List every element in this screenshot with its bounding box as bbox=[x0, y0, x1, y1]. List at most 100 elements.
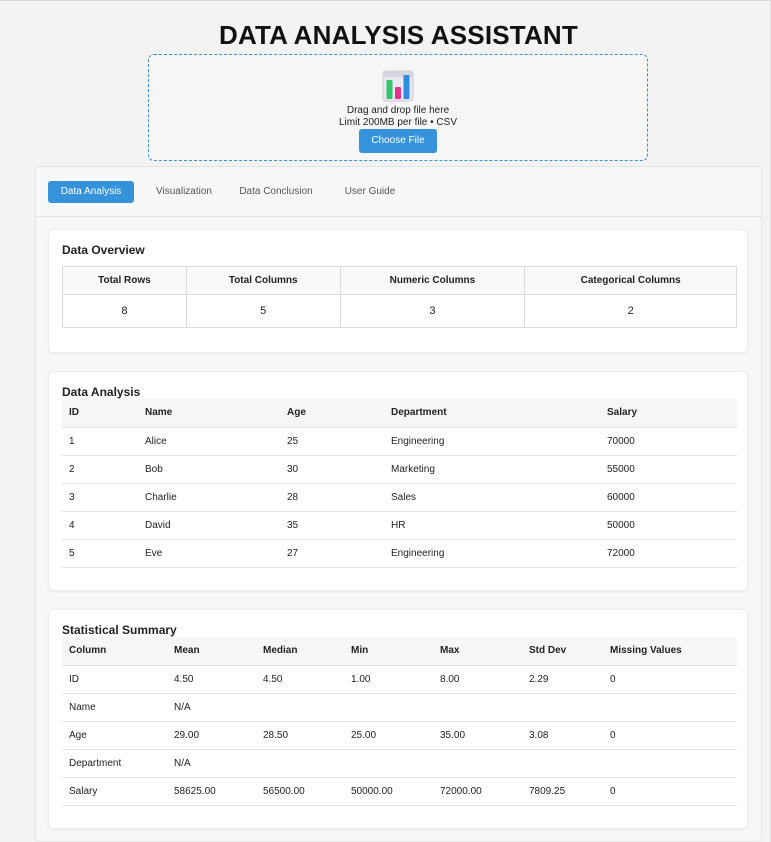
table-cell: 4 bbox=[62, 511, 138, 540]
table-cell: 0 bbox=[603, 665, 737, 694]
table-cell: 55000 bbox=[600, 455, 737, 484]
table-row: 2 Bob 30 Marketing 55000 bbox=[62, 455, 737, 484]
table-cell: 50000.00 bbox=[344, 777, 433, 806]
table-cell: Eve bbox=[138, 539, 280, 568]
numeric-columns-value: 3 bbox=[339, 294, 526, 328]
table-cell: 70000 bbox=[600, 427, 737, 456]
statistical-summary-card: Statistical Summary Column Mean Median M… bbox=[48, 609, 748, 829]
analysis-header-row: ID Name Age Department Salary bbox=[62, 399, 737, 428]
window-top-edge bbox=[0, 0, 771, 1]
table-cell: 4.50 bbox=[167, 665, 256, 694]
table-cell bbox=[433, 693, 522, 722]
total-columns-value: 5 bbox=[185, 294, 341, 328]
table-cell: Bob bbox=[138, 455, 280, 484]
table-cell: 1 bbox=[62, 427, 138, 456]
table-cell bbox=[522, 693, 603, 722]
table-cell: 56500.00 bbox=[256, 777, 344, 806]
table-cell bbox=[522, 749, 603, 778]
table-row: 1 Alice 25 Engineering 70000 bbox=[62, 427, 737, 456]
table-cell bbox=[433, 749, 522, 778]
total-rows-value: 8 bbox=[62, 294, 187, 328]
table-cell: 28 bbox=[280, 483, 384, 512]
overview-header: Categorical Columns bbox=[524, 266, 737, 295]
table-cell: 50000 bbox=[600, 511, 737, 540]
column-header: Median bbox=[256, 637, 344, 666]
overview-value-row: 8 5 3 2 bbox=[62, 294, 737, 328]
table-row: Department N/A bbox=[62, 749, 737, 778]
table-row: Age 29.00 28.50 25.00 35.00 3.08 0 bbox=[62, 721, 737, 750]
tab-data-analysis[interactable]: Data Analysis bbox=[48, 181, 134, 203]
tab-visualization[interactable]: Visualization bbox=[144, 181, 224, 203]
table-row: 3 Charlie 28 Sales 60000 bbox=[62, 483, 737, 512]
table-cell: Engineering bbox=[384, 539, 600, 568]
table-cell: ID bbox=[62, 665, 167, 694]
table-cell: 4.50 bbox=[256, 665, 344, 694]
table-cell: Department bbox=[62, 749, 167, 778]
column-header: Min bbox=[344, 637, 433, 666]
choose-file-button[interactable]: Choose File bbox=[359, 129, 437, 153]
table-cell: 25.00 bbox=[344, 721, 433, 750]
table-cell: 72000.00 bbox=[433, 777, 522, 806]
file-upload-dropzone[interactable]: Drag and drop file here Limit 200MB per … bbox=[148, 54, 648, 161]
table-cell: 2 bbox=[62, 455, 138, 484]
statistical-summary-table: Column Mean Median Min Max Std Dev Missi… bbox=[62, 637, 737, 806]
table-row: 5 Eve 27 Engineering 72000 bbox=[62, 539, 737, 568]
column-header: Missing Values bbox=[603, 637, 737, 666]
data-analysis-table: ID Name Age Department Salary 1 Alice 25… bbox=[62, 399, 737, 568]
table-cell: Engineering bbox=[384, 427, 600, 456]
table-cell: 72000 bbox=[600, 539, 737, 568]
table-cell: 1.00 bbox=[344, 665, 433, 694]
table-cell: 30 bbox=[280, 455, 384, 484]
data-overview-card: Data Overview Total Rows Total Columns N… bbox=[48, 229, 748, 353]
summary-header-row: Column Mean Median Min Max Std Dev Missi… bbox=[62, 637, 737, 666]
page-title: DATA ANALYSIS ASSISTANT bbox=[219, 20, 578, 50]
table-cell: N/A bbox=[167, 693, 256, 722]
main-panel: Data Analysis Visualization Data Conclus… bbox=[35, 166, 762, 842]
tab-bar: Data Analysis Visualization Data Conclus… bbox=[36, 167, 761, 217]
table-cell: Salary bbox=[62, 777, 167, 806]
bar-chart-icon bbox=[382, 70, 414, 102]
data-overview-title: Data Overview bbox=[62, 243, 145, 257]
table-cell: 25 bbox=[280, 427, 384, 456]
table-cell bbox=[344, 749, 433, 778]
table-cell: Age bbox=[62, 721, 167, 750]
table-cell: 35 bbox=[280, 511, 384, 540]
table-row: Salary 58625.00 56500.00 50000.00 72000.… bbox=[62, 777, 737, 806]
table-cell: 29.00 bbox=[167, 721, 256, 750]
table-row: ID 4.50 4.50 1.00 8.00 2.29 0 bbox=[62, 665, 737, 694]
column-header: Max bbox=[433, 637, 522, 666]
table-cell: Alice bbox=[138, 427, 280, 456]
column-header: Salary bbox=[600, 399, 737, 428]
data-analysis-card: Data Analysis ID Name Age Department Sal… bbox=[48, 371, 748, 591]
table-row: Name N/A bbox=[62, 693, 737, 722]
upload-drag-text: Drag and drop file here bbox=[346, 105, 450, 116]
table-cell: 27 bbox=[280, 539, 384, 568]
table-cell: 35.00 bbox=[433, 721, 522, 750]
column-header: ID bbox=[62, 399, 138, 428]
overview-header: Numeric Columns bbox=[339, 266, 526, 295]
table-cell bbox=[344, 693, 433, 722]
table-cell: 58625.00 bbox=[167, 777, 256, 806]
table-cell: Charlie bbox=[138, 483, 280, 512]
statistical-summary-title: Statistical Summary bbox=[62, 623, 177, 637]
table-cell: 8.00 bbox=[433, 665, 522, 694]
table-cell: David bbox=[138, 511, 280, 540]
overview-header: Total Columns bbox=[185, 266, 341, 295]
column-header: Name bbox=[138, 399, 280, 428]
categorical-columns-value: 2 bbox=[524, 294, 737, 328]
tab-data-conclusion[interactable]: Data Conclusion bbox=[232, 181, 320, 203]
table-cell: 2.29 bbox=[522, 665, 603, 694]
tab-user-guide[interactable]: User Guide bbox=[336, 181, 404, 203]
table-cell: 3.08 bbox=[522, 721, 603, 750]
table-cell bbox=[603, 749, 737, 778]
table-cell bbox=[603, 693, 737, 722]
column-header: Std Dev bbox=[522, 637, 603, 666]
column-header: Department bbox=[384, 399, 600, 428]
table-cell: 7809.25 bbox=[522, 777, 603, 806]
table-cell: Marketing bbox=[384, 455, 600, 484]
table-cell: 28.50 bbox=[256, 721, 344, 750]
table-cell bbox=[256, 749, 344, 778]
overview-header-row: Total Rows Total Columns Numeric Columns… bbox=[62, 266, 737, 295]
table-cell: HR bbox=[384, 511, 600, 540]
data-overview-table: Total Rows Total Columns Numeric Columns… bbox=[62, 266, 737, 328]
